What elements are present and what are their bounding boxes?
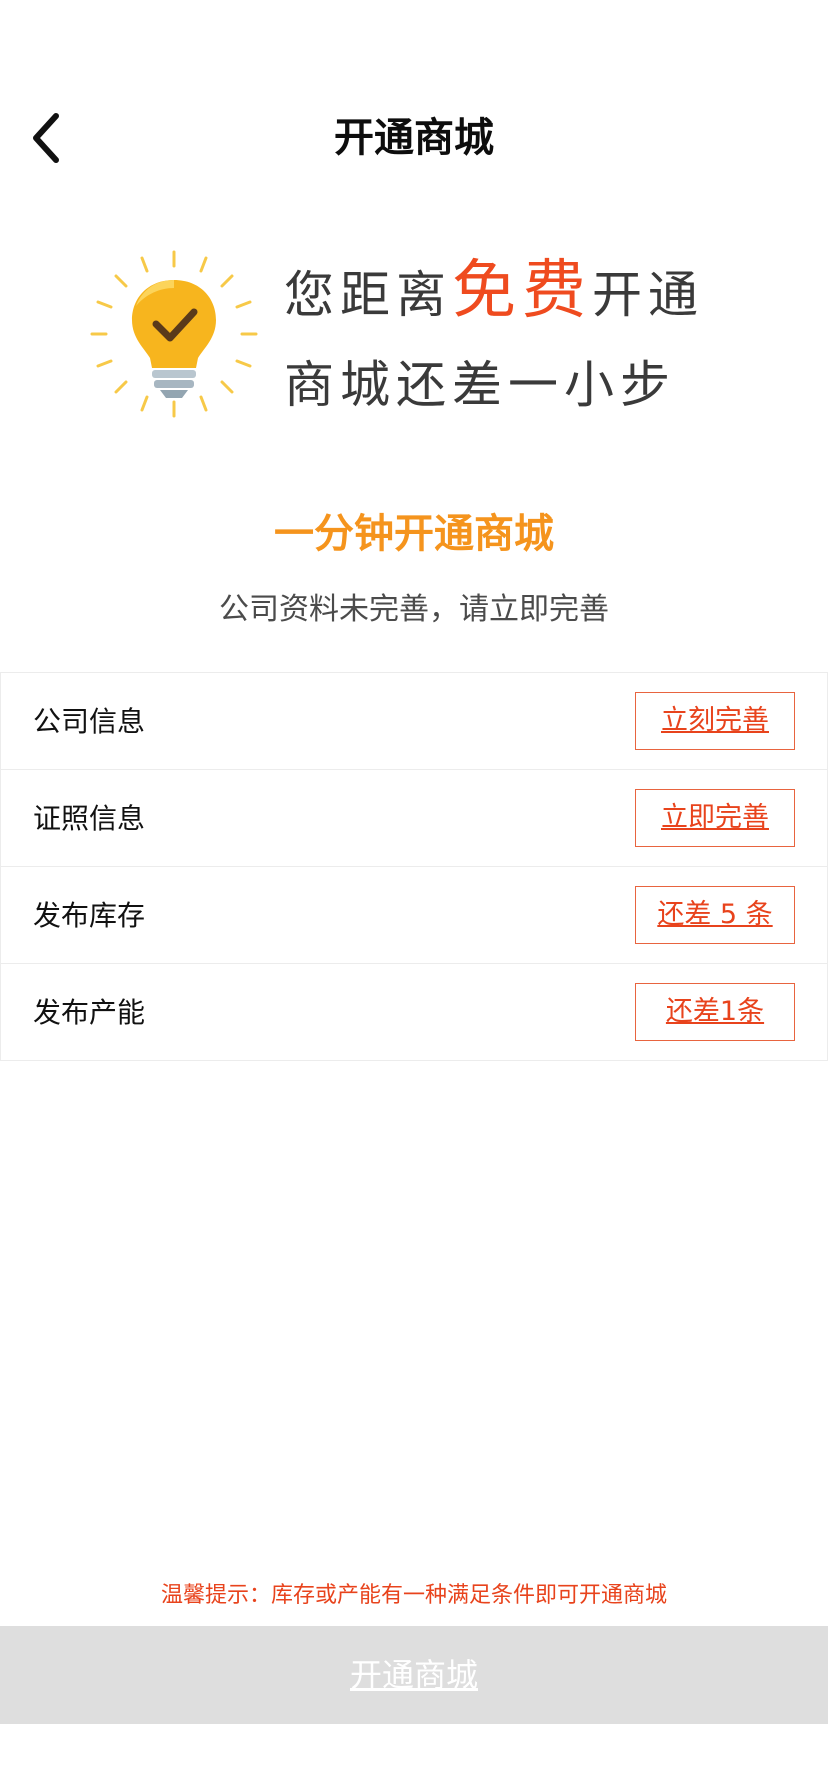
requirement-list: 公司信息 立刻完善 证照信息 立即完善 发布库存 还差 5 条 发布产能 还差1… [0, 672, 828, 1061]
lightbulb-check-icon [90, 250, 258, 418]
promo-prefix: 您距离 [284, 266, 452, 324]
tip-text: 温馨提示：库存或产能有一种满足条件即可开通商城 [160, 1583, 667, 1608]
section-subtitle: 公司资料未完善，请立即完善 [219, 592, 609, 627]
list-item-label: 公司信息 [33, 705, 146, 738]
list-item-publish-capacity: 发布产能 还差1条 [0, 964, 828, 1061]
complete-license-info-button[interactable]: 立即完善 [635, 789, 795, 847]
section-title: 一分钟开通商城 [274, 511, 554, 557]
publish-capacity-button[interactable]: 还差1条 [635, 983, 795, 1041]
list-item-label: 发布库存 [33, 899, 146, 932]
complete-company-info-button[interactable]: 立刻完善 [635, 692, 795, 750]
publish-inventory-button[interactable]: 还差 5 条 [635, 886, 795, 944]
list-item-publish-inventory: 发布库存 还差 5 条 [0, 867, 828, 964]
nav-bar: 开通商城 [0, 88, 828, 188]
promo-banner: 您距离免费开通 商城还差一小步 [0, 240, 828, 440]
promo-highlight: 免费 [452, 254, 592, 328]
promo-line-2: 商城还差一小步 [284, 356, 676, 414]
list-item-label: 证照信息 [33, 802, 146, 835]
page-title: 开通商城 [334, 115, 494, 161]
list-item-label: 发布产能 [33, 996, 146, 1029]
promo-line-1: 您距离免费开通 [284, 256, 704, 330]
open-mall-button[interactable]: 开通商城 [0, 1626, 828, 1724]
list-item-company-info: 公司信息 立刻完善 [0, 673, 828, 770]
promo-suffix: 开通 [592, 266, 704, 324]
list-item-license-info: 证照信息 立即完善 [0, 770, 828, 867]
